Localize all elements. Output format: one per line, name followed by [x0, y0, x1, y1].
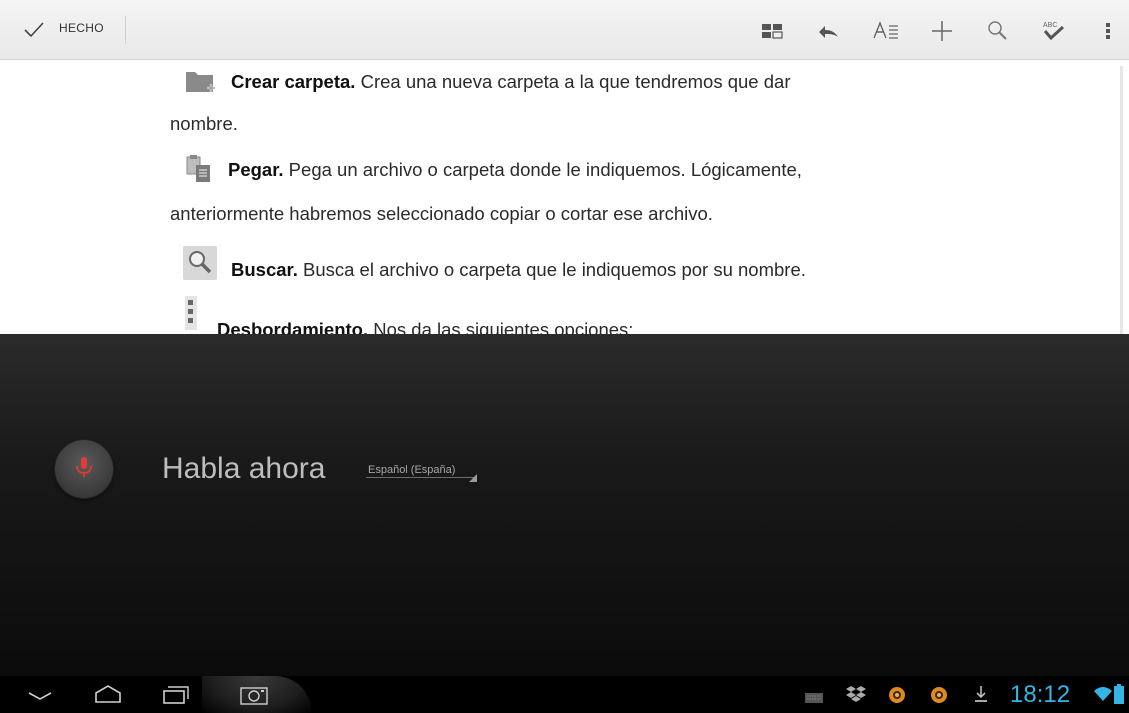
download-icon: [974, 684, 988, 709]
paragraph-text: Nos da las siguientes opciones:: [368, 319, 634, 334]
keyboard-icon: [805, 690, 823, 708]
recent-apps-icon[interactable]: [158, 676, 194, 713]
document-page[interactable]: Crear carpeta. Crea una nueva carpeta a …: [0, 60, 1129, 334]
paragraph-text: Busca el archivo o carpeta que le indiqu…: [297, 259, 806, 280]
paragraph-crear-carpeta: Crear carpeta. Crea una nueva carpeta a …: [170, 64, 790, 100]
paragraph-text: Pega un archivo o carpeta donde le indiq…: [283, 159, 802, 180]
bold-term: Crear carpeta.: [231, 71, 356, 92]
voice-input-panel: Habla ahora Español (España): [0, 334, 1129, 676]
search-icon: [183, 246, 217, 292]
undo-icon[interactable]: [815, 18, 841, 44]
microphone-icon: [76, 457, 92, 477]
paragraph-pegar: Pegar. Pega un archivo o carpeta donde l…: [170, 152, 802, 188]
clock: 18:12: [1010, 681, 1071, 708]
bold-term: Pegar.: [228, 159, 284, 180]
bold-term: Buscar.: [231, 259, 298, 280]
home-icon[interactable]: [90, 676, 126, 713]
paragraph-continuation: nombre.: [170, 113, 238, 134]
scrollbar[interactable]: [1120, 66, 1123, 334]
divider: [125, 16, 126, 44]
wifi-icon: [1094, 686, 1112, 707]
spellcheck-text: ABC: [1043, 22, 1057, 29]
screenshot-icon[interactable]: [236, 676, 272, 713]
app-notification-icon: [930, 686, 948, 709]
done-label: HECHO: [59, 21, 104, 35]
new-folder-icon: [185, 68, 217, 108]
spellcheck-icon[interactable]: ABC: [1040, 18, 1066, 44]
dropdown-triangle-icon: [469, 469, 477, 487]
dropbox-icon: [846, 685, 866, 708]
checkmark-icon: [24, 22, 44, 43]
done-button[interactable]: HECHO: [0, 0, 126, 59]
selector-underline: [366, 477, 476, 478]
speak-now-prompt: Habla ahora: [162, 452, 326, 485]
hide-keyboard-icon[interactable]: [22, 676, 58, 713]
bold-term: Desbordamiento.: [217, 319, 369, 334]
paragraph-continuation: anteriormente habremos seleccionado copi…: [170, 203, 713, 224]
language-selector[interactable]: Español (España): [366, 460, 477, 482]
overflow-menu-icon[interactable]: [1100, 18, 1126, 44]
paragraph-desbordamiento: Desbordamiento. Nos da las siguientes op…: [170, 296, 634, 334]
app-notification-icon: [888, 686, 906, 709]
text-format-icon[interactable]: [872, 18, 898, 44]
microphone-button[interactable]: [55, 440, 113, 498]
paste-icon: [185, 154, 215, 196]
paragraph-buscar: Buscar. Busca el archivo o carpeta que l…: [170, 246, 806, 288]
paragraph-text: Crea una nueva carpeta a la que tendremo…: [355, 71, 791, 92]
battery-icon: [1114, 684, 1124, 709]
system-bar: 18:12: [0, 676, 1129, 713]
language-label: Español (España): [368, 464, 456, 476]
view-layout-icon[interactable]: [760, 18, 786, 44]
search-icon[interactable]: [985, 18, 1011, 44]
action-bar: HECHO ABC: [0, 0, 1129, 60]
add-icon[interactable]: [929, 18, 955, 44]
overflow-icon: [185, 296, 197, 334]
